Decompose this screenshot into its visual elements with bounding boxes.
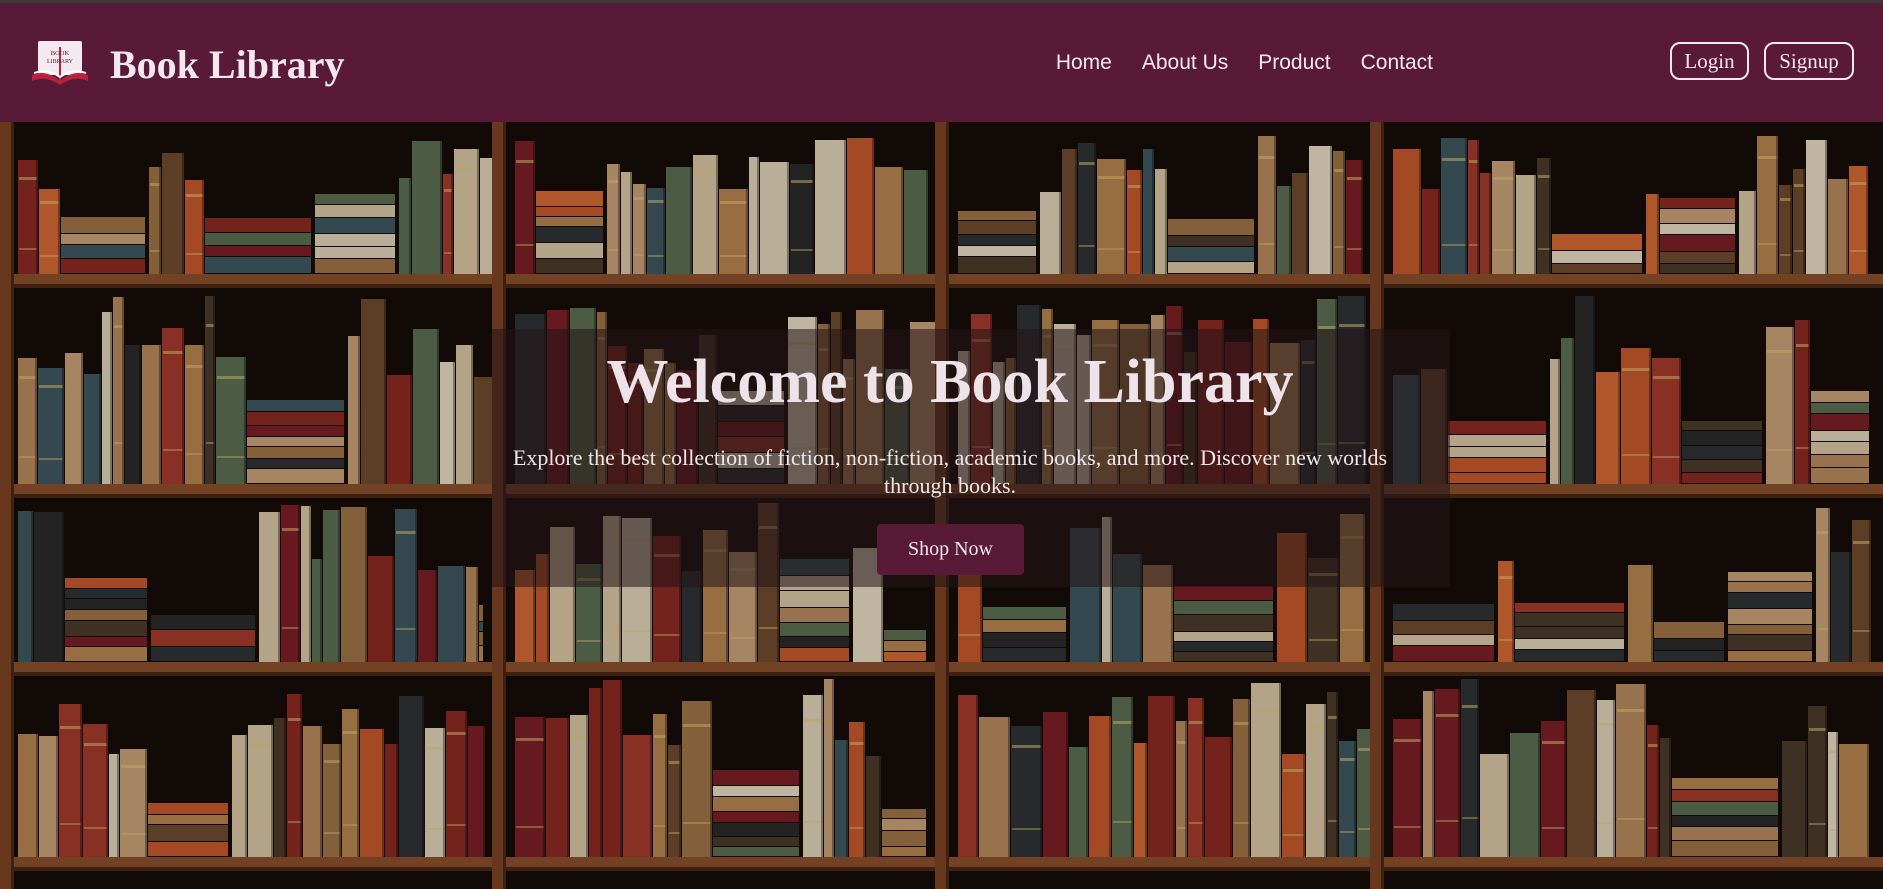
navbar: BOOK LIBRARY Book Library Home About Us … <box>0 3 1883 122</box>
main-nav: Home About Us Product Contact <box>1056 3 1433 122</box>
shop-now-button[interactable]: Shop Now <box>877 524 1024 575</box>
nav-link-product[interactable]: Product <box>1258 51 1330 75</box>
open-book-icon[interactable]: BOOK LIBRARY <box>30 39 90 89</box>
hero-section: Welcome to Book Library Explore the best… <box>0 122 1883 889</box>
hero-subtitle: Explore the best collection of fiction, … <box>512 445 1388 498</box>
nav-link-contact[interactable]: Contact <box>1361 51 1433 75</box>
logo-text-line-1: BOOK <box>51 50 70 57</box>
logo-text-line-2: LIBRARY <box>47 59 74 65</box>
nav-link-home[interactable]: Home <box>1056 51 1112 75</box>
signup-button[interactable]: Signup <box>1764 42 1854 80</box>
brand-title[interactable]: Book Library <box>110 39 344 91</box>
hero-title: Welcome to Book Library <box>606 348 1294 416</box>
nav-link-about-us[interactable]: About Us <box>1142 51 1228 75</box>
login-button[interactable]: Login <box>1670 42 1749 80</box>
